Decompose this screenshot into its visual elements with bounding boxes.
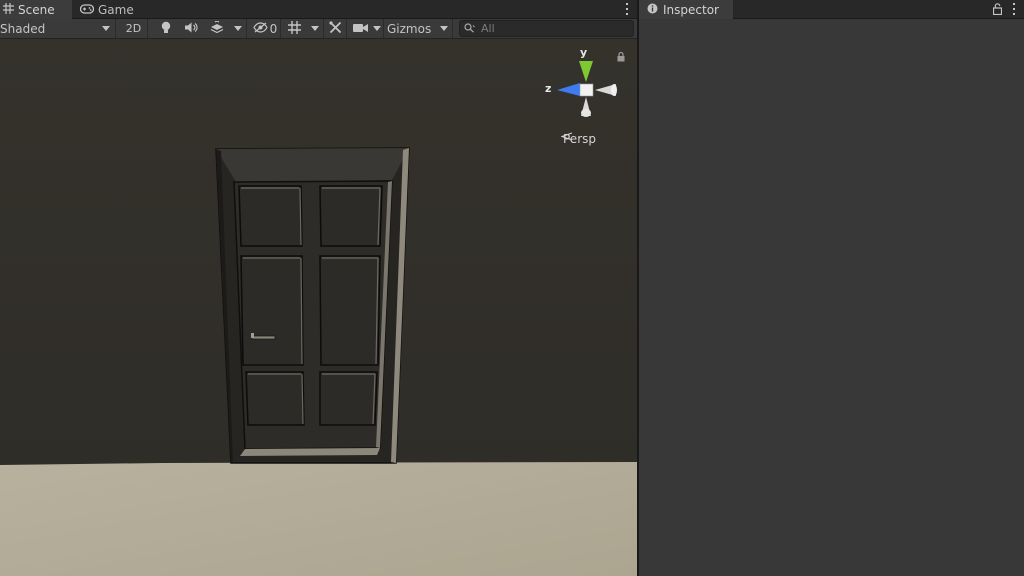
scene-window-menu-icon[interactable] xyxy=(625,2,629,16)
hidden-eye-icon xyxy=(252,21,268,36)
lock-icon[interactable] xyxy=(992,3,1003,18)
lighting-toggle-button[interactable] xyxy=(155,19,177,38)
scene-render xyxy=(0,39,637,576)
camera-dropdown-button[interactable] xyxy=(370,19,384,38)
door-handle xyxy=(251,335,276,340)
floor xyxy=(0,462,637,576)
gizmo-y-label: y xyxy=(580,46,588,59)
scene-visibility-button[interactable]: 0 xyxy=(250,19,281,38)
toggle-2d-button[interactable]: 2D xyxy=(120,19,148,38)
effects-dropdown-button[interactable] xyxy=(229,19,247,38)
gizmo-z-label: z xyxy=(545,82,552,95)
grid-icon xyxy=(3,2,14,17)
door xyxy=(215,147,410,464)
search-icon xyxy=(464,22,475,36)
chevron-down-icon xyxy=(233,26,242,31)
gizmos-button[interactable]: Gizmos xyxy=(385,19,435,38)
scene-tab-bar: Scene Game xyxy=(0,0,637,19)
info-icon xyxy=(647,3,658,17)
search-input[interactable] xyxy=(481,22,621,35)
scene-search-field[interactable] xyxy=(459,20,634,37)
projection-toggle[interactable]: Persp xyxy=(561,132,596,146)
toggle-2d-label: 2D xyxy=(125,22,142,35)
inspector-tab-bar: Inspector xyxy=(639,0,1024,19)
grid-snap-icon xyxy=(287,20,301,37)
grid-dropdown-button[interactable] xyxy=(306,19,324,38)
tab-scene[interactable]: Scene xyxy=(0,0,72,19)
grid-toggle-button[interactable] xyxy=(283,19,305,38)
scene-viewport[interactable]: y z Persp xyxy=(0,39,637,576)
draw-mode-dropdown[interactable]: Shaded xyxy=(0,19,116,38)
chevron-down-icon xyxy=(310,26,319,31)
camera-icon xyxy=(352,22,368,36)
gizmos-label: Gizmos xyxy=(387,21,432,36)
effects-layers-icon xyxy=(210,20,224,36)
tab-inspector[interactable]: Inspector xyxy=(639,0,733,19)
chevron-down-icon xyxy=(440,26,448,31)
component-tools-button[interactable] xyxy=(325,19,347,38)
gizmos-dropdown-button[interactable] xyxy=(436,19,453,38)
tab-game[interactable]: Game xyxy=(77,0,147,19)
tab-game-label: Game xyxy=(98,2,134,17)
audio-toggle-button[interactable] xyxy=(180,19,202,38)
chevron-down-icon xyxy=(102,26,110,31)
speaker-icon xyxy=(184,22,198,36)
camera-settings-button[interactable] xyxy=(350,19,370,38)
scene-window: Scene Game Shaded 2D 0 Gizmos All y z Pe… xyxy=(0,0,637,576)
gizmo-center-cube[interactable] xyxy=(579,83,594,97)
inspector-window: Inspector xyxy=(639,0,1024,576)
tools-icon xyxy=(329,20,342,37)
tab-inspector-label: Inspector xyxy=(663,2,719,17)
gamepad-icon xyxy=(79,3,95,17)
lightbulb-icon xyxy=(161,21,171,37)
chevron-down-icon xyxy=(372,26,381,31)
tab-scene-label: Scene xyxy=(18,2,55,17)
inspector-menu-icon[interactable] xyxy=(1012,2,1016,16)
hidden-count: 0 xyxy=(269,21,278,36)
effects-toggle-button[interactable] xyxy=(205,19,229,38)
draw-mode-value: Shaded xyxy=(0,21,46,36)
